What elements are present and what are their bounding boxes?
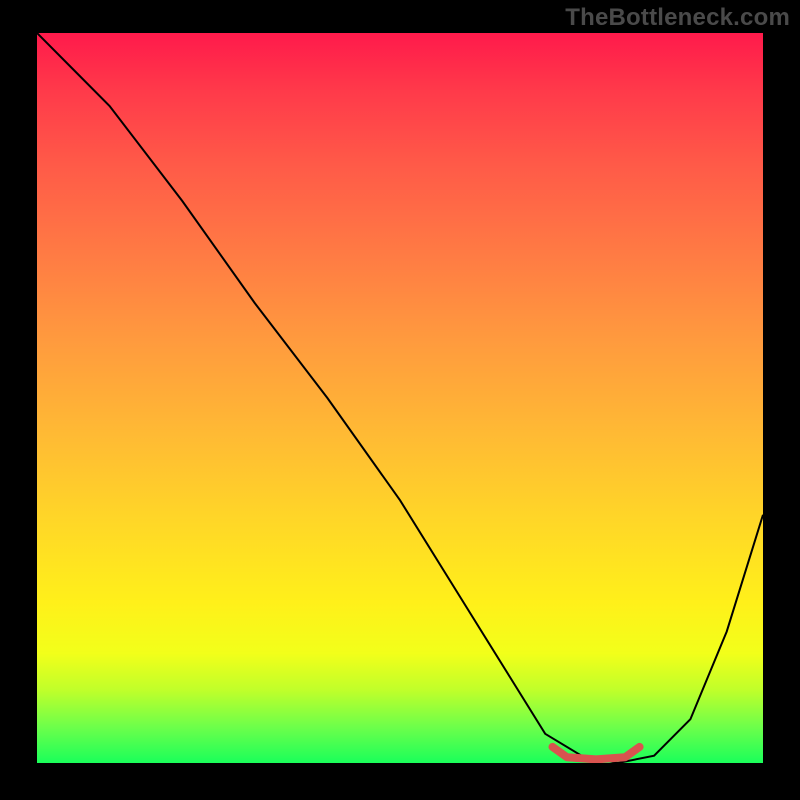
watermark-label: TheBottleneck.com bbox=[565, 4, 790, 32]
optimal-range-marker-path bbox=[553, 747, 640, 760]
chart-overlay bbox=[37, 33, 763, 763]
bottleneck-curve-path bbox=[37, 33, 763, 763]
chart-frame: TheBottleneck.com bbox=[0, 0, 800, 800]
